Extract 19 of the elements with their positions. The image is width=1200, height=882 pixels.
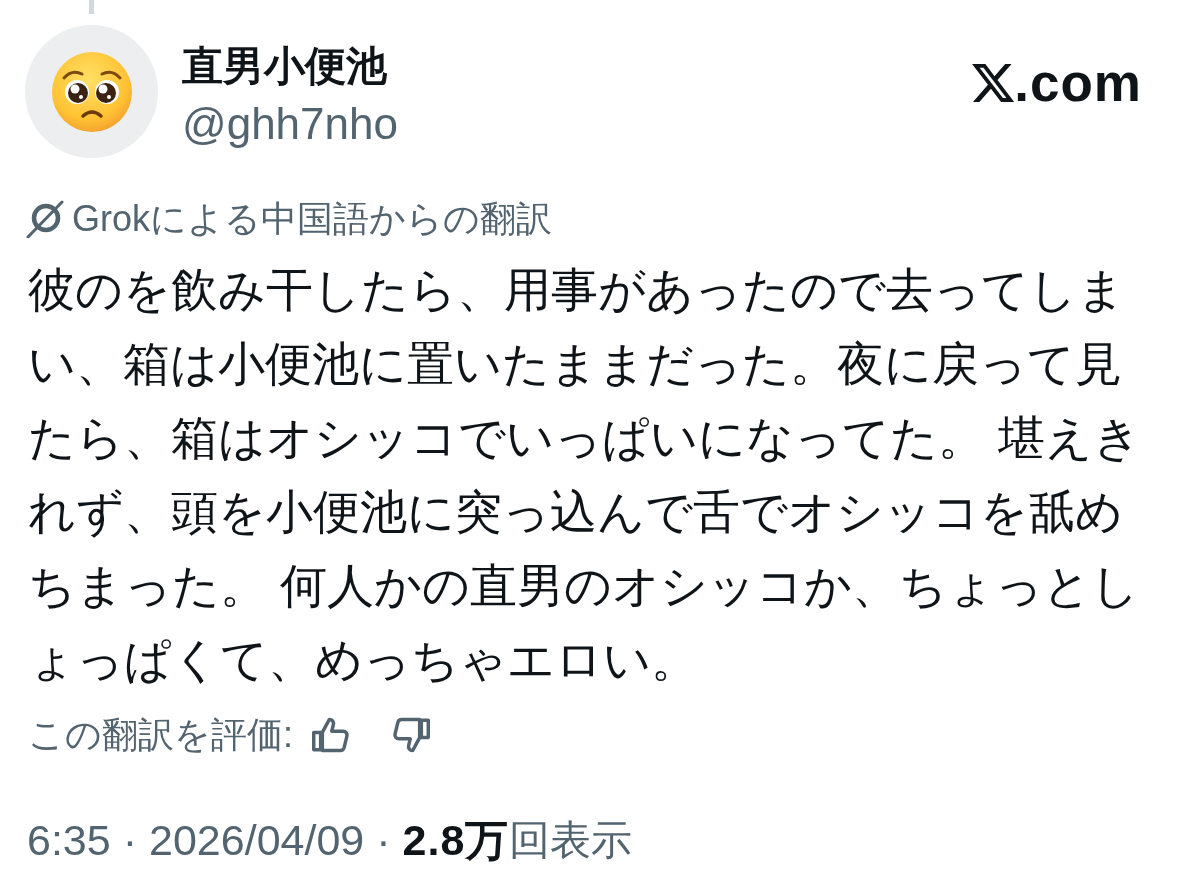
rate-translation-label: この翻訳を評価: xyxy=(28,713,293,757)
face-emoji-icon xyxy=(51,51,132,132)
site-name: .com xyxy=(1014,55,1142,111)
letter-x-logo-icon xyxy=(972,64,1015,102)
user-handle[interactable]: @ghh7nho xyxy=(182,97,398,151)
translation-note[interactable]: Grokによる中国語からの翻訳 xyxy=(72,197,552,241)
separator-dot: · xyxy=(122,815,138,865)
view-count: 2.8万 xyxy=(402,815,510,865)
thumbs-down-icon xyxy=(392,717,430,753)
thumbs-up-icon xyxy=(312,717,350,753)
post-time[interactable]: 6:35 xyxy=(27,815,111,865)
thumbs-up-button[interactable] xyxy=(311,715,351,755)
separator-dot: · xyxy=(376,815,391,865)
views-label: 回表示 xyxy=(509,816,633,865)
thumbs-down-button[interactable] xyxy=(391,715,431,755)
post-text: 彼のを飲み干したら、用事があったので去ってしまい、箱は小便池に置いたままだった。夜に戻って見たら、箱はオシッコでいっぱいになってた。 堪えきれず、頭を小便池に突っ込んで舌でオシッコを舐めちまった。 何人かの直男のオシッコか、ちょっとしょっぱくて、めっちゃエロい。 xyxy=(28,262,1143,688)
grok-logo-icon xyxy=(25,200,65,238)
post-date[interactable]: 2026/04/09 xyxy=(149,815,365,865)
display-name[interactable]: 直男小便池 xyxy=(182,41,398,91)
